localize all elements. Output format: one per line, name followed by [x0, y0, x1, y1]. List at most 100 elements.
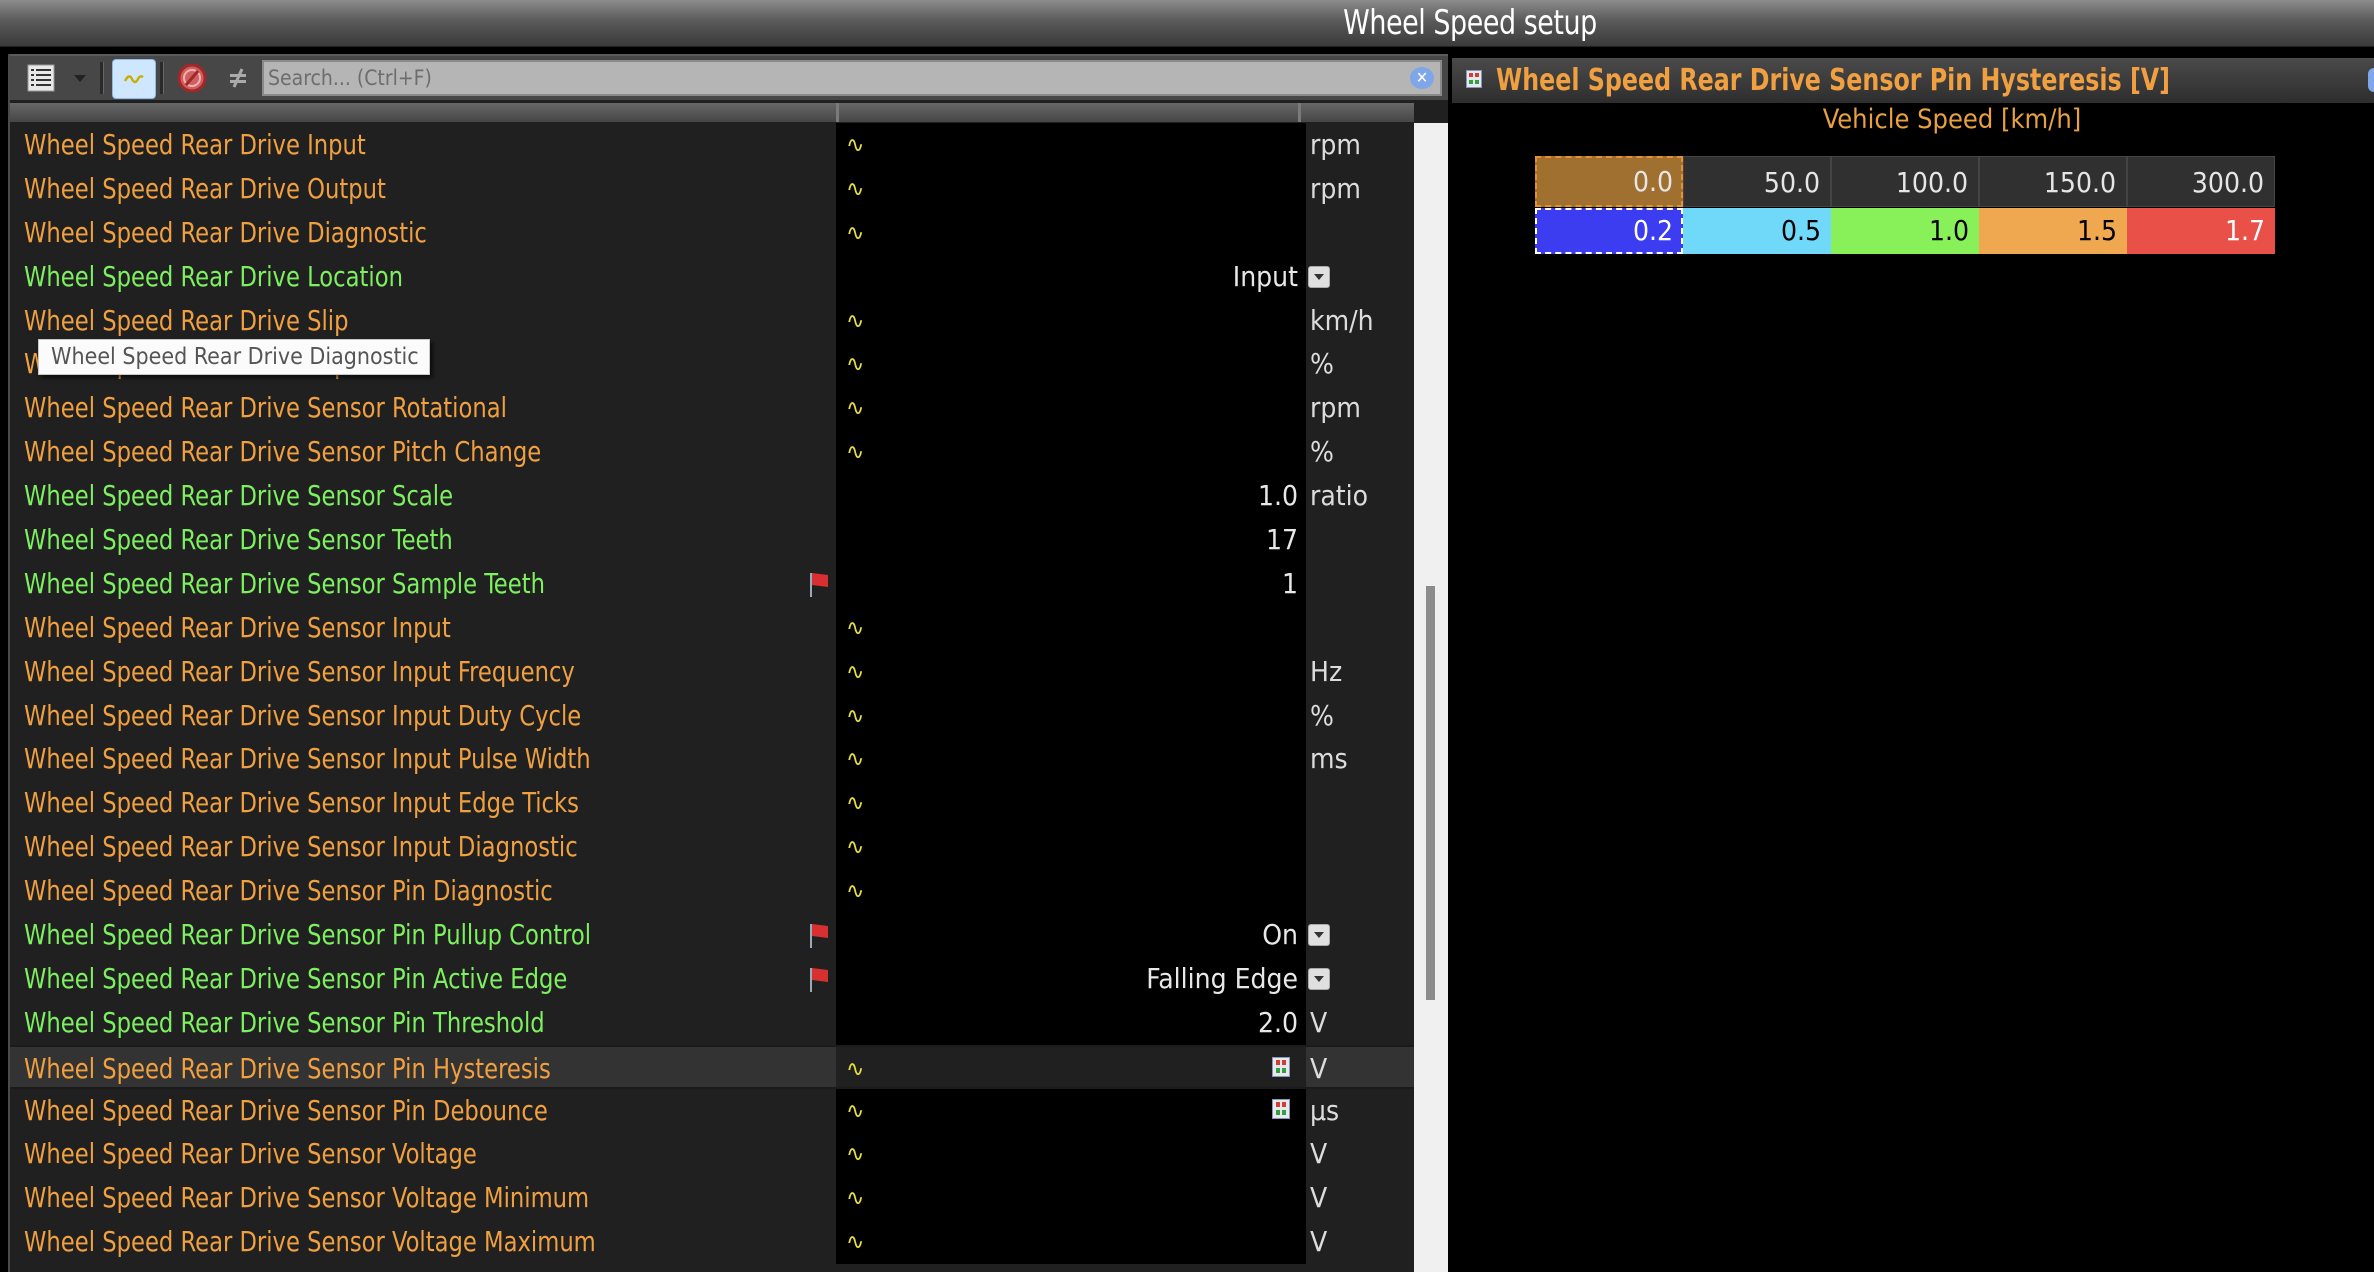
channel-row[interactable]: Wheel Speed Rear Drive Sensor Pin Active…	[10, 956, 1414, 1001]
x-axis-cell[interactable]: 0.0	[1535, 156, 1683, 207]
live-value-icon[interactable]: ∿	[846, 354, 864, 376]
channel-row[interactable]: Wheel Speed Rear Drive Sensor Input Edge…	[10, 781, 1414, 826]
channel-value[interactable]: 1.0	[1258, 474, 1298, 517]
vertical-scrollbar[interactable]	[1414, 123, 1448, 1272]
channel-row[interactable]: Wheel Speed Rear Drive Sensor Pin Deboun…	[10, 1088, 1414, 1133]
channel-name: Wheel Speed Rear Drive Sensor Input	[24, 610, 451, 644]
channel-row[interactable]: Wheel Speed Rear Drive Sensor Input Freq…	[10, 649, 1414, 694]
live-value-icon[interactable]: ∿	[846, 310, 864, 333]
scrollbar-thumb[interactable]	[1426, 586, 1435, 1000]
channel-row[interactable]: Wheel Speed Rear Drive Sensor Input Puls…	[10, 737, 1414, 782]
channel-value[interactable]: 2.0	[1258, 1001, 1298, 1044]
channel-value[interactable]: On	[1262, 913, 1298, 956]
live-value-icon[interactable]: ∿	[846, 661, 864, 684]
live-value-icon[interactable]: ∿	[846, 705, 864, 728]
live-value-icon[interactable]: ∿	[846, 1100, 864, 1123]
channel-name: Wheel Speed Rear Drive Sensor Pin Diagno…	[24, 874, 553, 908]
dropdown-arrow-icon[interactable]	[1308, 967, 1330, 990]
x-axis-cell[interactable]: 100.0	[1831, 156, 1979, 207]
x-axis-cell[interactable]: 50.0	[1683, 156, 1831, 207]
list-view-button[interactable]	[22, 61, 60, 95]
column-divider[interactable]	[836, 103, 839, 122]
dropdown-arrow-icon[interactable]	[1308, 924, 1330, 947]
channel-row[interactable]: Wheel Speed Rear Drive Sensor Teeth 17	[10, 518, 1414, 562]
live-value-icon[interactable]: ∿	[846, 1058, 864, 1081]
table-icon[interactable]	[1272, 1098, 1290, 1119]
live-value-icon[interactable]: ∿	[846, 793, 864, 815]
channel-value[interactable]: Falling Edge	[1146, 957, 1298, 1000]
x-axis-cell[interactable]: 150.0	[1979, 156, 2127, 207]
channel-name: Wheel Speed Rear Drive Sensor Rotational	[24, 391, 507, 425]
x-axis-cell[interactable]: 300.0	[2127, 156, 2275, 207]
chevron-down-icon	[74, 75, 86, 82]
table-value-cell[interactable]: 0.2	[1535, 208, 1683, 254]
view-dropdown-button[interactable]	[68, 61, 92, 95]
channel-row[interactable]: Wheel Speed Rear Drive Sensor Pin Hyster…	[10, 1044, 1414, 1089]
search-input[interactable]: Search... (Ctrl+F) ✕	[262, 60, 1442, 96]
channel-row[interactable]: Wheel Speed Rear Drive Output ∿ rpm	[10, 166, 1414, 211]
table-value-cell[interactable]: 1.7	[2127, 208, 2275, 254]
live-value-icon[interactable]: ∿	[846, 1232, 864, 1254]
channel-name: Wheel Speed Rear Drive Sensor Input Diag…	[24, 830, 578, 864]
channel-row[interactable]: Wheel Speed Rear Drive Location Input	[10, 254, 1414, 299]
channel-row[interactable]: Wheel Speed Rear Drive Diagnostic ∿	[10, 210, 1414, 255]
table-value-cell[interactable]: 1.0	[1831, 208, 1979, 254]
channel-value[interactable]: Input	[1233, 255, 1298, 298]
live-value-icon[interactable]: ∿	[846, 178, 864, 201]
channel-row[interactable]: Wheel Speed Rear Drive Sensor Voltage Mi…	[10, 1176, 1414, 1221]
channel-unit: ms	[1310, 742, 1348, 776]
channel-value[interactable]: 17	[1266, 518, 1298, 561]
channel-row[interactable]: Wheel Speed Rear Drive Sensor Pin Thresh…	[10, 1000, 1414, 1045]
value-column-cell	[836, 869, 1306, 914]
live-value-icon[interactable]: ∿	[846, 135, 864, 157]
value-column-cell	[836, 1176, 1306, 1221]
window-title: Wheel Speed setup	[1343, 3, 1597, 43]
channel-row[interactable]: Wheel Speed Rear Drive Sensor Pin Diagno…	[10, 869, 1414, 914]
value-column-cell	[836, 1046, 1306, 1087]
panel-edge-button[interactable]	[2368, 68, 2374, 92]
live-value-icon[interactable]: ∿	[846, 222, 864, 245]
channel-toolbar: Search... (Ctrl+F) ✕	[10, 54, 1448, 100]
channel-name: Wheel Speed Rear Drive Sensor Pin Hyster…	[24, 1051, 551, 1085]
live-value-icon[interactable]: ∿	[846, 837, 864, 859]
clear-search-icon[interactable]: ✕	[1410, 67, 1434, 89]
channel-row[interactable]: Wheel Speed Rear Drive Sensor Pin Pullup…	[10, 913, 1414, 957]
live-value-icon[interactable]: ∿	[846, 881, 864, 903]
value-column-cell	[836, 1132, 1306, 1177]
channel-row[interactable]: Wheel Speed Rear Drive Sensor Input Duty…	[10, 693, 1414, 738]
channel-unit: rpm	[1310, 128, 1361, 161]
dropdown-arrow-icon[interactable]	[1308, 265, 1330, 288]
live-value-icon[interactable]: ∿	[846, 749, 864, 771]
channel-row[interactable]: Wheel Speed Rear Drive Sensor Sample Tee…	[10, 561, 1414, 606]
live-value-icon[interactable]: ∿	[846, 398, 864, 420]
stop-button[interactable]	[174, 61, 210, 95]
channel-row[interactable]: Wheel Speed Rear Drive Sensor Scale 1.0 ra…	[10, 474, 1414, 519]
channel-row[interactable]: Wheel Speed Rear Drive Sensor Pitch Chan…	[10, 430, 1414, 475]
column-divider[interactable]	[1298, 103, 1301, 122]
channel-row[interactable]: Wheel Speed Rear Drive Sensor Voltage Ma…	[10, 1220, 1414, 1265]
channel-value[interactable]: 1	[1282, 562, 1298, 605]
table-icon[interactable]	[1272, 1056, 1290, 1077]
channel-unit: rpm	[1310, 391, 1361, 425]
value-column-cell	[836, 737, 1306, 782]
channel-row[interactable]: Wheel Speed Rear Drive Sensor Input ∿	[10, 605, 1414, 650]
live-values-toggle[interactable]	[112, 59, 156, 99]
channel-row[interactable]: Wheel Speed Rear Drive Slip ∿ km/h	[10, 298, 1414, 343]
channel-row[interactable]: Wheel Speed Rear Drive Input ∿ rpm	[10, 123, 1414, 167]
channel-row[interactable]: Wheel Speed Rear Drive Sensor Voltage ∿ V	[10, 1132, 1414, 1177]
channel-row[interactable]: Wheel Speed Rear Drive Sensor Rotational…	[10, 386, 1414, 431]
value-column-cell	[836, 1000, 1306, 1045]
channel-name: Wheel Speed Rear Drive Slip	[24, 303, 349, 337]
value-column-cell	[836, 649, 1306, 694]
table-value-cell[interactable]: 0.5	[1683, 208, 1831, 254]
filter-changed-button[interactable]	[224, 61, 252, 95]
live-value-icon[interactable]: ∿	[846, 617, 864, 640]
channel-row[interactable]: Wheel Speed Rear Drive Sensor Input Diag…	[10, 825, 1414, 870]
channel-name: Wheel Speed Rear Drive Sensor Voltage	[24, 1137, 477, 1171]
live-value-icon[interactable]: ∿	[846, 1144, 864, 1166]
x-axis-label: Vehicle Speed [km/h]	[1822, 104, 2082, 135]
table-value-cell[interactable]: 1.5	[1979, 208, 2127, 254]
channel-unit: rpm	[1310, 171, 1361, 205]
live-value-icon[interactable]: ∿	[846, 442, 864, 464]
live-value-icon[interactable]: ∿	[846, 1188, 864, 1210]
